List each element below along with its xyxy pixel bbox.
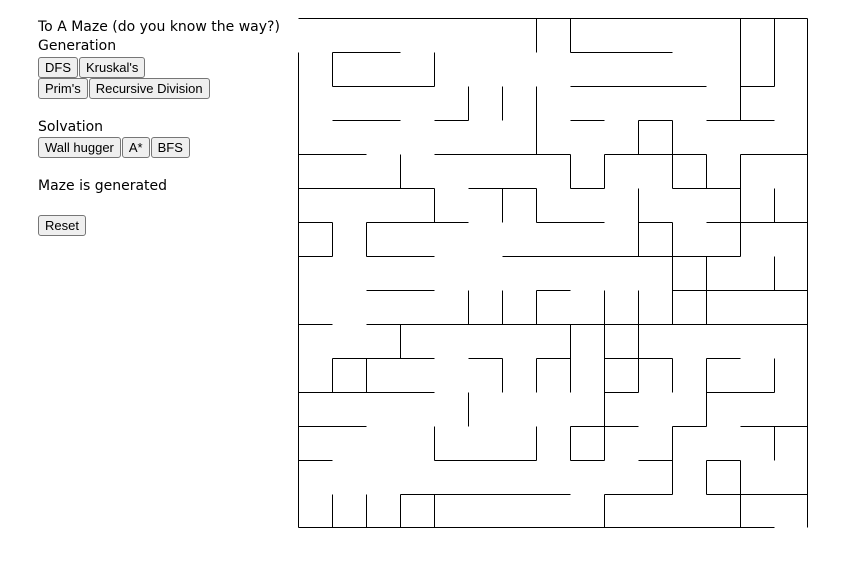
app-title: To A Maze (do you know the way?) — [38, 19, 280, 35]
dfs-button[interactable]: DFS — [38, 57, 78, 78]
reset-button[interactable]: Reset — [38, 215, 86, 236]
astar-button[interactable]: A* — [121, 137, 150, 158]
wall-hugger-button[interactable]: Wall hugger — [38, 137, 121, 158]
generation-row-2: Prim's Recursive Division — [38, 78, 288, 99]
control-panel: To A Maze (do you know the way?) Generat… — [38, 18, 288, 236]
bfs-button[interactable]: BFS — [150, 137, 190, 158]
reset-row: Reset — [38, 215, 288, 236]
solvation-heading: Solvation — [38, 119, 104, 135]
kruskals-button[interactable]: Kruskal's — [79, 57, 146, 78]
solvation-row: Wall hugger A* BFS — [38, 137, 288, 158]
maze-grid — [298, 18, 808, 528]
maze-board[interactable] — [298, 18, 808, 528]
generation-heading: Generation — [38, 38, 117, 54]
prims-button[interactable]: Prim's — [38, 78, 88, 99]
status-message: Maze is generated — [38, 178, 168, 194]
recursive-division-button[interactable]: Recursive Division — [88, 78, 210, 99]
generation-row-1: DFS Kruskal's — [38, 57, 288, 78]
